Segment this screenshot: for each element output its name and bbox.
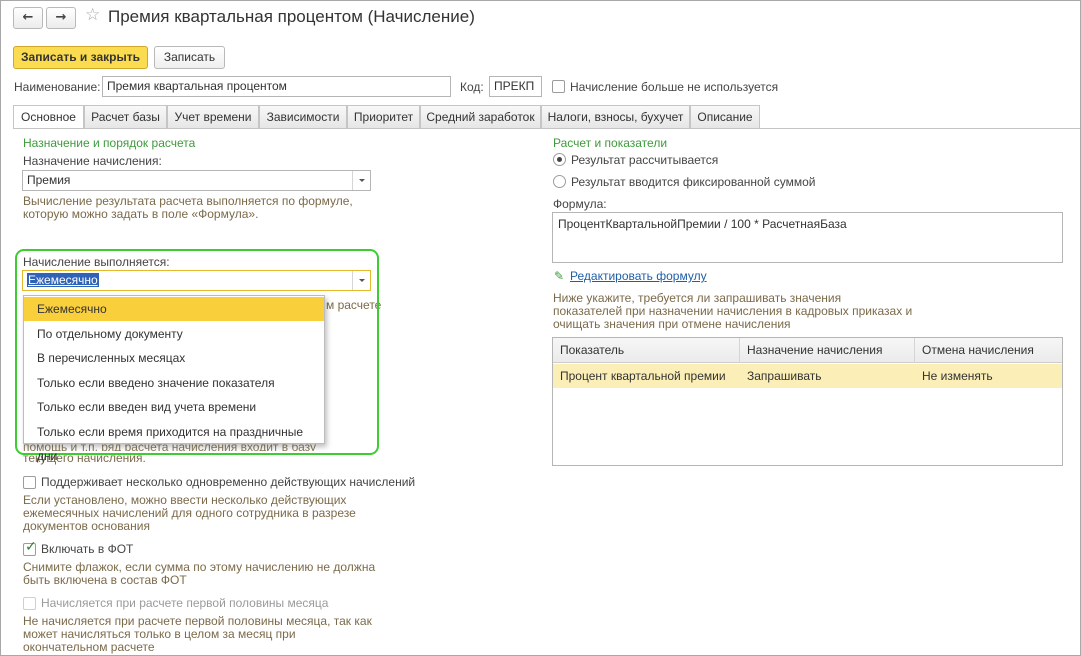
back-button[interactable]: ← (13, 7, 43, 29)
dropdown-option-time-type[interactable]: Только если введен вид учета времени (24, 395, 324, 419)
favorite-star-icon[interactable]: ☆ (85, 5, 100, 25)
tab-main[interactable]: Основное (13, 105, 84, 129)
include-fot-hint: Снимите флажок, если сумма по этому начи… (23, 560, 376, 587)
tab-priority[interactable]: Приоритет (347, 105, 420, 128)
not-used-checkbox[interactable] (552, 80, 565, 93)
tab-description[interactable]: Описание (690, 105, 760, 128)
radio-fixed-sum[interactable] (553, 175, 566, 188)
formula-field[interactable]: ПроцентКвартальнойПремии / 100 * Расчетн… (552, 212, 1063, 263)
page-title: Премия квартальная процентом (Начисление… (108, 7, 475, 26)
purpose-select[interactable]: Премия (22, 170, 371, 191)
name-label: Наименование: (14, 80, 101, 94)
tab-average-earnings[interactable]: Средний заработок (420, 105, 541, 128)
column-header-assignment[interactable]: Назначение начисления (740, 338, 915, 363)
dropdown-option-indicator-value[interactable]: Только если введено значение показателя (24, 371, 324, 395)
cell-assignment: Запрашивать (747, 369, 822, 383)
radio-fixed-sum-label: Результат вводится фиксированной суммой (571, 175, 816, 189)
indicators-table[interactable]: Показатель Назначение начисления Отмена … (552, 337, 1063, 466)
dropdown-option-by-document[interactable]: По отдельному документу (24, 322, 324, 346)
forward-button[interactable]: → (46, 7, 76, 29)
not-used-label: Начисление больше не используется (570, 80, 779, 94)
tab-time-accounting[interactable]: Учет времени (167, 105, 259, 128)
multiple-accruals-hint: Если установлено, можно ввести несколько… (23, 493, 356, 533)
include-fot-label: Включать в ФОТ (41, 542, 134, 556)
right-section-title: Расчет и показатели (553, 136, 668, 150)
column-header-cancellation[interactable]: Отмена начисления (915, 338, 1062, 363)
radio-calculated-label: Результат рассчитывается (571, 153, 719, 167)
chevron-down-icon[interactable] (352, 171, 370, 190)
tab-taxes-accounting[interactable]: Налоги, взносы, бухучет (541, 105, 690, 128)
cell-cancellation: Не изменять (922, 369, 993, 383)
code-label: Код: (460, 80, 484, 94)
checkmark-icon: ✓ (25, 539, 37, 555)
formula-label: Формула: (553, 197, 607, 211)
accrual-dropdown-list: Ежемесячно По отдельному документу В пер… (23, 295, 325, 463)
dropdown-option-holidays[interactable]: Только если время приходится на празднич… (24, 420, 324, 463)
dropdown-option-monthly[interactable]: Ежемесячно (24, 297, 324, 321)
left-section-title: Назначение и порядок расчета (23, 136, 196, 150)
purpose-value: Премия (27, 173, 71, 187)
table-row[interactable]: Процент квартальной премии Запрашивать Н… (553, 364, 1062, 388)
pencil-icon: ✎ (554, 269, 565, 283)
dropdown-option-listed-months[interactable]: В перечисленных месяцах (24, 346, 324, 370)
cell-indicator: Процент квартальной премии (560, 369, 726, 383)
include-fot-checkbox[interactable]: ✓ (23, 539, 37, 556)
first-half-hint: Не начисляется при расчете первой полови… (23, 614, 372, 654)
code-field[interactable]: ПРЕКП (489, 76, 542, 97)
radio-calculated[interactable] (553, 153, 566, 166)
table-header: Показатель Назначение начисления Отмена … (553, 338, 1062, 363)
tab-base-calculation[interactable]: Расчет базы (84, 105, 167, 128)
name-field[interactable]: Премия квартальная процентом (102, 76, 451, 97)
tab-divider (13, 128, 1080, 129)
first-half-label: Начисляется при расчете первой половины … (41, 596, 329, 610)
tab-dependencies[interactable]: Зависимости (259, 105, 347, 128)
save-button[interactable]: Записать (154, 46, 225, 69)
multiple-accruals-checkbox[interactable] (23, 476, 36, 489)
edit-formula-link[interactable]: Редактировать формулу (570, 269, 707, 283)
arrow-right-icon: → (55, 10, 67, 25)
multiple-accruals-label: Поддерживает несколько одновременно дейс… (41, 475, 416, 489)
first-half-checkbox[interactable] (23, 597, 36, 610)
arrow-left-icon: ← (22, 10, 34, 25)
purpose-hint: Вычисление результата расчета выполняетс… (23, 194, 353, 221)
purpose-label: Назначение начисления: (23, 154, 162, 168)
column-header-indicator[interactable]: Показатель (553, 338, 740, 363)
indicators-hint: Ниже укажите, требуется ли запрашивать з… (553, 291, 913, 331)
save-and-close-button[interactable]: Записать и закрыть (13, 46, 148, 69)
form-window: ← → ☆ Премия квартальная процентом (Начи… (0, 0, 1081, 656)
